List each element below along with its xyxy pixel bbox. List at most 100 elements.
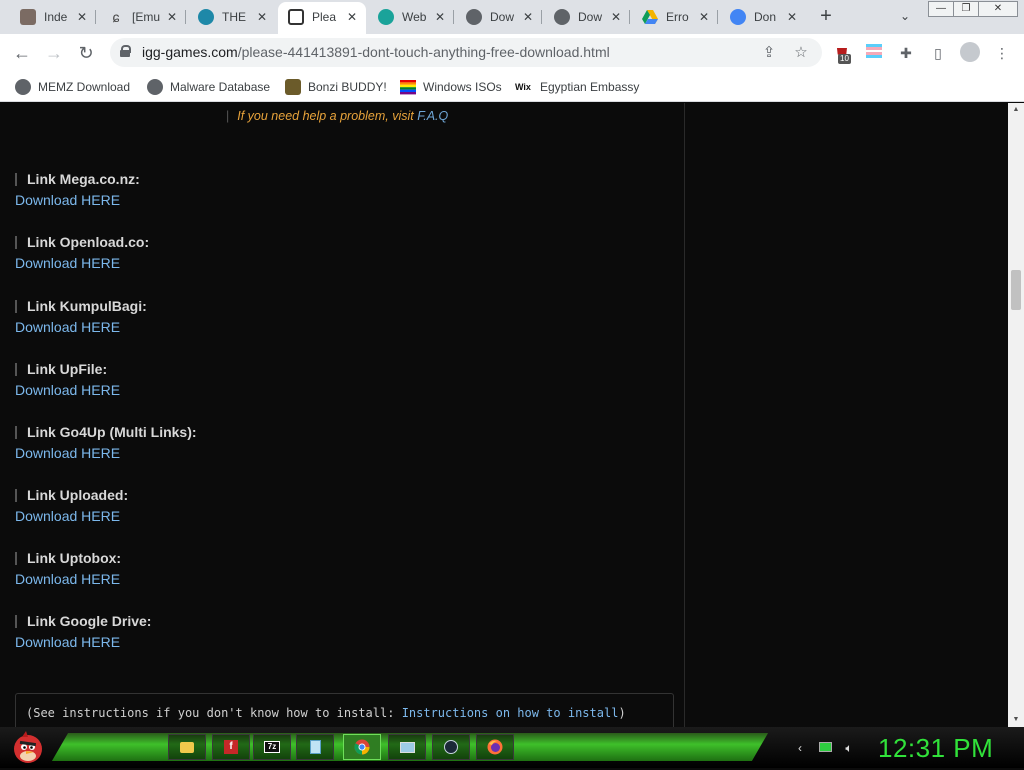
close-icon[interactable]: ✕	[254, 9, 270, 25]
bookmark-windows-isos[interactable]: Windows ISOs	[400, 76, 502, 98]
link-label: Link Openload.co:	[15, 234, 149, 250]
tab-4[interactable]: Web ✕	[368, 4, 454, 30]
address-bar[interactable]: igg-games.com/please-441413891-dont-touc…	[110, 38, 822, 67]
tab-2[interactable]: THE ✕	[188, 4, 276, 30]
download-link[interactable]: Download HERE	[15, 634, 151, 650]
start-button-angry-bird-icon[interactable]	[10, 729, 46, 765]
url-text: igg-games.com/please-441413891-dont-touc…	[142, 44, 610, 60]
link-label: Link Google Drive:	[15, 613, 151, 629]
close-window-button[interactable]: ✕	[978, 1, 1018, 17]
extension-badge: 10	[838, 54, 851, 64]
close-icon[interactable]: ✕	[696, 9, 712, 25]
back-button[interactable]: ←	[9, 40, 35, 66]
remote-desktop-icon[interactable]	[388, 734, 426, 760]
close-icon[interactable]: ✕	[608, 9, 624, 25]
close-icon[interactable]: ✕	[784, 9, 800, 25]
puzzle-extensions-icon[interactable]: ✚	[896, 43, 916, 63]
bookmark-malware-database[interactable]: Malware Database	[147, 76, 270, 98]
tab-title: Inde	[44, 10, 68, 24]
tab-3-active[interactable]: Plea ✕	[278, 2, 366, 34]
reload-button[interactable]: ↻	[73, 40, 99, 66]
download-link[interactable]: Download HERE	[15, 192, 140, 208]
close-icon[interactable]: ✕	[164, 9, 180, 25]
link-section-openload: Link Openload.co: Download HERE	[15, 234, 149, 271]
help-text: If you need help a problem, visit	[237, 109, 418, 123]
minimize-button[interactable]: —	[928, 1, 954, 17]
close-icon[interactable]: ✕	[74, 9, 90, 25]
link-section-uploaded: Link Uploaded: Download HERE	[15, 487, 128, 524]
download-link[interactable]: Download HERE	[15, 319, 147, 335]
tab-title: Web	[402, 10, 427, 24]
link-label: Link KumpulBagi:	[15, 298, 147, 314]
scroll-down-arrow-icon[interactable]: ▼	[1008, 713, 1024, 727]
bookmark-bonzi[interactable]: Bonzi BUDDY!	[285, 76, 387, 98]
network-icon[interactable]	[817, 740, 833, 756]
tab-7[interactable]: Erro ✕	[632, 4, 718, 30]
link-label: Link UpFile:	[15, 361, 120, 377]
new-tab-button[interactable]: +	[815, 6, 837, 28]
bookmark-label: Bonzi BUDDY!	[308, 80, 387, 94]
download-link[interactable]: Download HERE	[15, 445, 197, 461]
bookmark-egyptian-embassy[interactable]: Wix Egyptian Embassy	[515, 76, 639, 98]
download-link[interactable]: Download HERE	[15, 571, 121, 587]
link-label: Link Mega.co.nz:	[15, 171, 140, 187]
more-menu-icon[interactable]: ⋮	[992, 43, 1012, 63]
sidebar-divider	[684, 103, 685, 727]
download-link[interactable]: Download HERE	[15, 255, 149, 271]
profile-avatar[interactable]	[960, 42, 980, 62]
lock-icon	[120, 45, 131, 57]
maximize-button[interactable]: ❐	[953, 1, 979, 17]
download-link[interactable]: Download HERE	[15, 508, 128, 524]
link-section-mega: Link Mega.co.nz: Download HERE	[15, 171, 140, 208]
instructions-close-paren: )	[618, 706, 626, 720]
close-icon[interactable]: ✕	[344, 9, 360, 25]
browser-toolbar: ← → ↻ igg-games.com/please-441413891-don…	[0, 34, 1024, 72]
tab-1[interactable]: ɕ [Emu ✕	[98, 4, 186, 30]
side-panel-icon[interactable]: ▯	[928, 43, 948, 63]
close-icon[interactable]: ✕	[520, 9, 536, 25]
tab-title: Dow	[578, 10, 603, 24]
link-section-go4up: Link Go4Up (Multi Links): Download HERE	[15, 424, 197, 461]
page-favicon-icon	[20, 9, 36, 25]
scroll-up-arrow-icon[interactable]: ▲	[1008, 103, 1024, 117]
file-explorer-icon[interactable]	[168, 734, 206, 760]
bookmarks-bar: MEMZ Download Malware Database Bonzi BUD…	[0, 72, 1024, 102]
help-note: | If you need help a problem, visit F.A.Q	[226, 109, 449, 123]
google-favicon-icon	[730, 9, 746, 25]
7zip-icon[interactable]: 7z	[253, 734, 291, 760]
bookmark-label: Malware Database	[170, 80, 271, 94]
tab-6[interactable]: Dow ✕	[544, 4, 630, 30]
firefox-icon[interactable]	[476, 734, 514, 760]
page-scrollbar[interactable]: ▲ ▼	[1008, 103, 1024, 727]
globe-icon	[15, 79, 31, 95]
bookmark-label: Windows ISOs	[423, 80, 502, 94]
flash-icon[interactable]: f	[212, 734, 250, 760]
notepad-icon[interactable]	[296, 734, 334, 760]
circle-favicon-icon	[198, 9, 214, 25]
forward-button[interactable]: →	[41, 40, 67, 66]
tab-title: Don	[754, 10, 777, 24]
instructions-link[interactable]: Instructions on how to install	[402, 706, 619, 720]
faq-link[interactable]: F.A.Q	[417, 109, 448, 123]
star-icon[interactable]: ☆	[790, 42, 812, 64]
globe-icon	[147, 79, 163, 95]
taskbar-clock[interactable]: 12:31 PM	[878, 733, 993, 764]
volume-icon[interactable]: 🔈︎	[841, 740, 857, 756]
close-icon[interactable]: ✕	[432, 9, 448, 25]
bookmark-memz[interactable]: MEMZ Download	[15, 76, 130, 98]
download-link[interactable]: Download HERE	[15, 382, 120, 398]
scrollbar-thumb[interactable]	[1011, 270, 1021, 310]
tab-5[interactable]: Dow ✕	[456, 4, 542, 30]
tray-chevron-icon[interactable]: ‹	[792, 740, 808, 756]
tab-title: Dow	[490, 10, 515, 24]
pride-extension-icon[interactable]	[864, 43, 884, 63]
tab-0[interactable]: Inde ✕	[10, 4, 96, 30]
emulator-favicon-icon: ɕ	[112, 9, 120, 25]
steam-icon[interactable]	[432, 734, 470, 760]
link-label: Link Uptobox:	[15, 550, 121, 566]
link-label: Link Uploaded:	[15, 487, 128, 503]
tab-8[interactable]: Don ✕	[720, 4, 806, 30]
chrome-icon[interactable]	[343, 734, 381, 760]
share-icon[interactable]: ⇪	[758, 42, 780, 64]
tab-search-icon[interactable]: ⌄	[895, 6, 915, 26]
